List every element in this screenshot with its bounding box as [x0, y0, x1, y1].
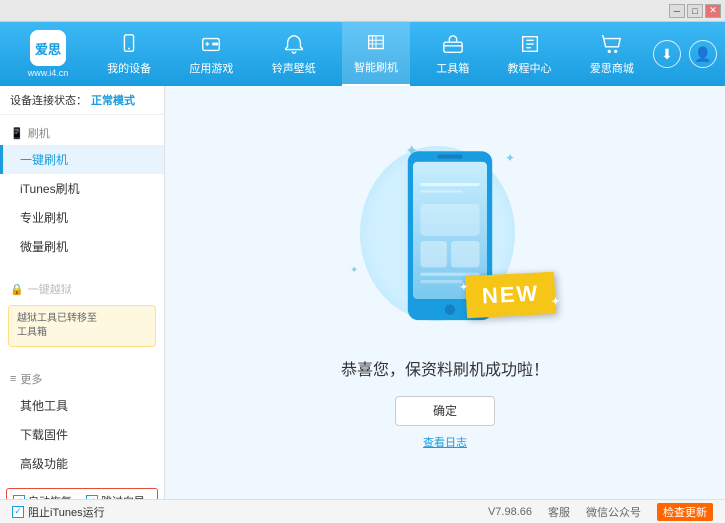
- nav-app-game-label: 应用游戏: [189, 60, 233, 76]
- flash-icon: 📱: [10, 127, 24, 140]
- header: 爱思 www.i4.cn 我的设备 应用游戏 铃声壁纸 智能刷机: [0, 22, 725, 86]
- nav-smart-flash-label: 智能刷机: [354, 59, 398, 75]
- logo-icon: 爱思: [30, 30, 66, 66]
- title-bar: ─ □ ✕: [0, 0, 725, 22]
- update-button[interactable]: 检查更新: [657, 503, 713, 521]
- goto-daily-link[interactable]: 查看日志: [423, 434, 467, 450]
- success-illustration: ✦ ✦ ✦: [345, 136, 545, 336]
- skip-wizard-check-icon: [86, 495, 98, 499]
- nav-tutorial-label: 教程中心: [508, 60, 552, 76]
- header-actions: ⬇ 👤: [653, 40, 717, 68]
- nav-ringtone-label: 铃声壁纸: [272, 60, 316, 76]
- itunes-check-icon: [12, 506, 24, 518]
- sidebar-item-download-firmware[interactable]: 下载固件: [0, 420, 164, 449]
- nav-items: 我的设备 应用游戏 铃声壁纸 智能刷机 工具箱: [88, 22, 653, 86]
- nav-ringtone[interactable]: 铃声壁纸: [260, 22, 328, 86]
- sparkle-3: ✦: [350, 265, 358, 276]
- status-label: 设备连接状态：: [10, 92, 87, 108]
- nav-tutorial[interactable]: 教程中心: [496, 22, 564, 86]
- flash-section-title: 📱 刷机: [0, 121, 164, 145]
- nav-toolbox[interactable]: 工具箱: [424, 22, 481, 86]
- auto-rescue-check-icon: [13, 495, 25, 499]
- sidebar: 设备连接状态： 正常模式 📱 刷机 一键刷机 iTunes刷机 专业刷机 微量刷…: [0, 86, 165, 499]
- user-btn[interactable]: 👤: [689, 40, 717, 68]
- footer: 阻止iTunes运行 V7.98.66 客服 微信公众号 检查更新: [0, 499, 725, 523]
- logo-url: www.i4.cn: [28, 68, 69, 78]
- success-message: 恭喜您，保资料刷机成功啦！: [341, 356, 549, 380]
- nav-store[interactable]: 爱思商城: [578, 22, 646, 86]
- more-icon: ≡: [10, 373, 16, 385]
- sidebar-item-advanced[interactable]: 高级功能: [0, 449, 164, 478]
- jailbreak-title: 🔒 一键越狱: [0, 277, 164, 301]
- maximize-btn[interactable]: □: [687, 4, 703, 18]
- customer-link[interactable]: 客服: [548, 504, 570, 520]
- footer-right: V7.98.66 客服 微信公众号 检查更新: [488, 503, 713, 521]
- nav-my-device[interactable]: 我的设备: [95, 22, 163, 86]
- sidebar-item-micro-flash[interactable]: 微量刷机: [0, 232, 164, 261]
- close-btn[interactable]: ✕: [705, 4, 721, 18]
- toolbox-icon: [441, 32, 465, 56]
- jailbreak-warning: 越狱工具已转移至工具箱: [8, 305, 156, 347]
- sidebar-item-itunes-flash[interactable]: iTunes刷机: [0, 174, 164, 203]
- sidebar-item-one-key-flash[interactable]: 一键刷机: [0, 145, 164, 174]
- confirm-button[interactable]: 确定: [395, 396, 495, 426]
- auto-rescue-checkbox[interactable]: 自动恢复: [13, 493, 72, 499]
- store-icon: [600, 32, 624, 56]
- new-badge: ✦ NEW ✦: [465, 271, 556, 318]
- status-bar: 设备连接状态： 正常模式: [0, 86, 164, 115]
- tutorial-icon: [518, 32, 542, 56]
- content-area: ✦ ✦ ✦: [165, 86, 725, 499]
- checkbox-row: 自动恢复 跳过向导: [6, 488, 158, 499]
- sidebar-item-other-tools[interactable]: 其他工具: [0, 391, 164, 420]
- version-label: V7.98.66: [488, 506, 532, 518]
- nav-app-game[interactable]: 应用游戏: [177, 22, 245, 86]
- wechat-link[interactable]: 微信公众号: [586, 504, 641, 520]
- sidebar-item-pro-flash[interactable]: 专业刷机: [0, 203, 164, 232]
- flash-section: 📱 刷机 一键刷机 iTunes刷机 专业刷机 微量刷机: [0, 115, 164, 267]
- my-device-icon: [117, 32, 141, 56]
- itunes-toggle[interactable]: 阻止iTunes运行: [12, 504, 105, 520]
- main-area: 设备连接状态： 正常模式 📱 刷机 一键刷机 iTunes刷机 专业刷机 微量刷…: [0, 86, 725, 499]
- smart-flash-icon: [364, 31, 388, 55]
- skip-wizard-checkbox[interactable]: 跳过向导: [86, 493, 145, 499]
- more-section-title: ≡ 更多: [0, 367, 164, 391]
- lock-icon: 🔒: [10, 283, 24, 296]
- nav-my-device-label: 我的设备: [107, 60, 151, 76]
- download-btn[interactable]: ⬇: [653, 40, 681, 68]
- logo[interactable]: 爱思 www.i4.cn: [8, 30, 88, 78]
- minimize-btn[interactable]: ─: [669, 4, 685, 18]
- jailbreak-section: 🔒 一键越狱 越狱工具已转移至工具箱: [0, 271, 164, 357]
- more-section: ≡ 更多 其他工具 下载固件 高级功能: [0, 361, 164, 484]
- ringtone-icon: [282, 32, 306, 56]
- nav-smart-flash[interactable]: 智能刷机: [342, 22, 410, 86]
- nav-toolbox-label: 工具箱: [436, 60, 469, 76]
- app-game-icon: [199, 32, 223, 56]
- status-value: 正常模式: [91, 92, 135, 108]
- nav-store-label: 爱思商城: [590, 60, 634, 76]
